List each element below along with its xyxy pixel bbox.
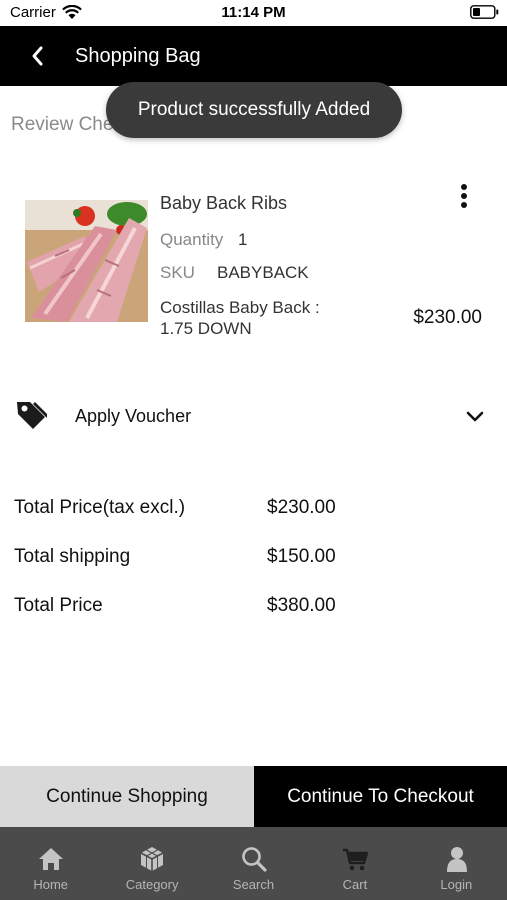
total-label: Total Price <box>14 595 103 616</box>
tab-label: Cart <box>342 877 368 892</box>
home-icon <box>38 848 63 870</box>
subtotal-label: Total Price(tax excl.) <box>14 497 186 518</box>
tab-label: Home <box>33 877 69 892</box>
status-bar: Carrier 11:14 PM <box>0 0 507 26</box>
tab-search[interactable]: Search <box>203 827 304 900</box>
tab-cart[interactable]: Cart <box>304 827 405 900</box>
back-arrow-icon[interactable] <box>26 44 50 68</box>
shipping-label: Total shipping <box>14 546 131 567</box>
product-description-line: 1.75 DOWN <box>160 319 252 338</box>
review-checkout-label: Review Che <box>11 114 114 135</box>
category-icon <box>140 847 164 871</box>
checkout-button[interactable]: Continue To Checkout <box>254 766 507 827</box>
tab-bar: Home Category Search Cart Login <box>0 827 507 900</box>
product-description-line: Costillas Baby Back : <box>160 298 320 317</box>
tab-login[interactable]: Login <box>406 827 507 900</box>
product-name: Baby Back Ribs <box>160 193 288 213</box>
subtotal-value: $230.00 <box>267 497 336 518</box>
apply-voucher-row[interactable]: Apply Voucher <box>0 390 507 446</box>
header-bar: Shopping Bag <box>0 26 507 86</box>
chevron-down-icon[interactable] <box>464 406 486 428</box>
tab-label: Search <box>232 877 275 892</box>
tab-label: Category <box>125 877 179 892</box>
page-title: Shopping Bag <box>75 45 201 67</box>
cart-icon <box>342 848 369 871</box>
toast-message: Product successfully Added <box>106 82 402 138</box>
sku-label: SKU <box>160 263 195 282</box>
quantity-label: Quantity <box>160 230 224 249</box>
apply-voucher-label: Apply Voucher <box>75 406 192 426</box>
total-value: $380.00 <box>267 595 336 616</box>
quantity-value: 1 <box>238 230 248 249</box>
search-icon <box>241 847 267 872</box>
tab-category[interactable]: Category <box>101 827 202 900</box>
tab-home[interactable]: Home <box>0 827 101 900</box>
shipping-value: $150.00 <box>267 546 336 567</box>
clock: 11:14 PM <box>221 4 286 21</box>
product-image <box>25 200 148 322</box>
product-description: Costillas Baby Back : 1.75 DOWN <box>160 297 360 339</box>
tag-icon <box>17 402 47 429</box>
tab-label: Login <box>440 877 473 892</box>
continue-shopping-button[interactable]: Continue Shopping <box>0 766 254 827</box>
battery-icon <box>470 5 499 19</box>
user-icon <box>447 847 468 872</box>
sku-value: BABYBACK <box>217 263 309 282</box>
product-price: $230.00 <box>413 307 482 328</box>
more-options-icon[interactable] <box>454 182 474 212</box>
